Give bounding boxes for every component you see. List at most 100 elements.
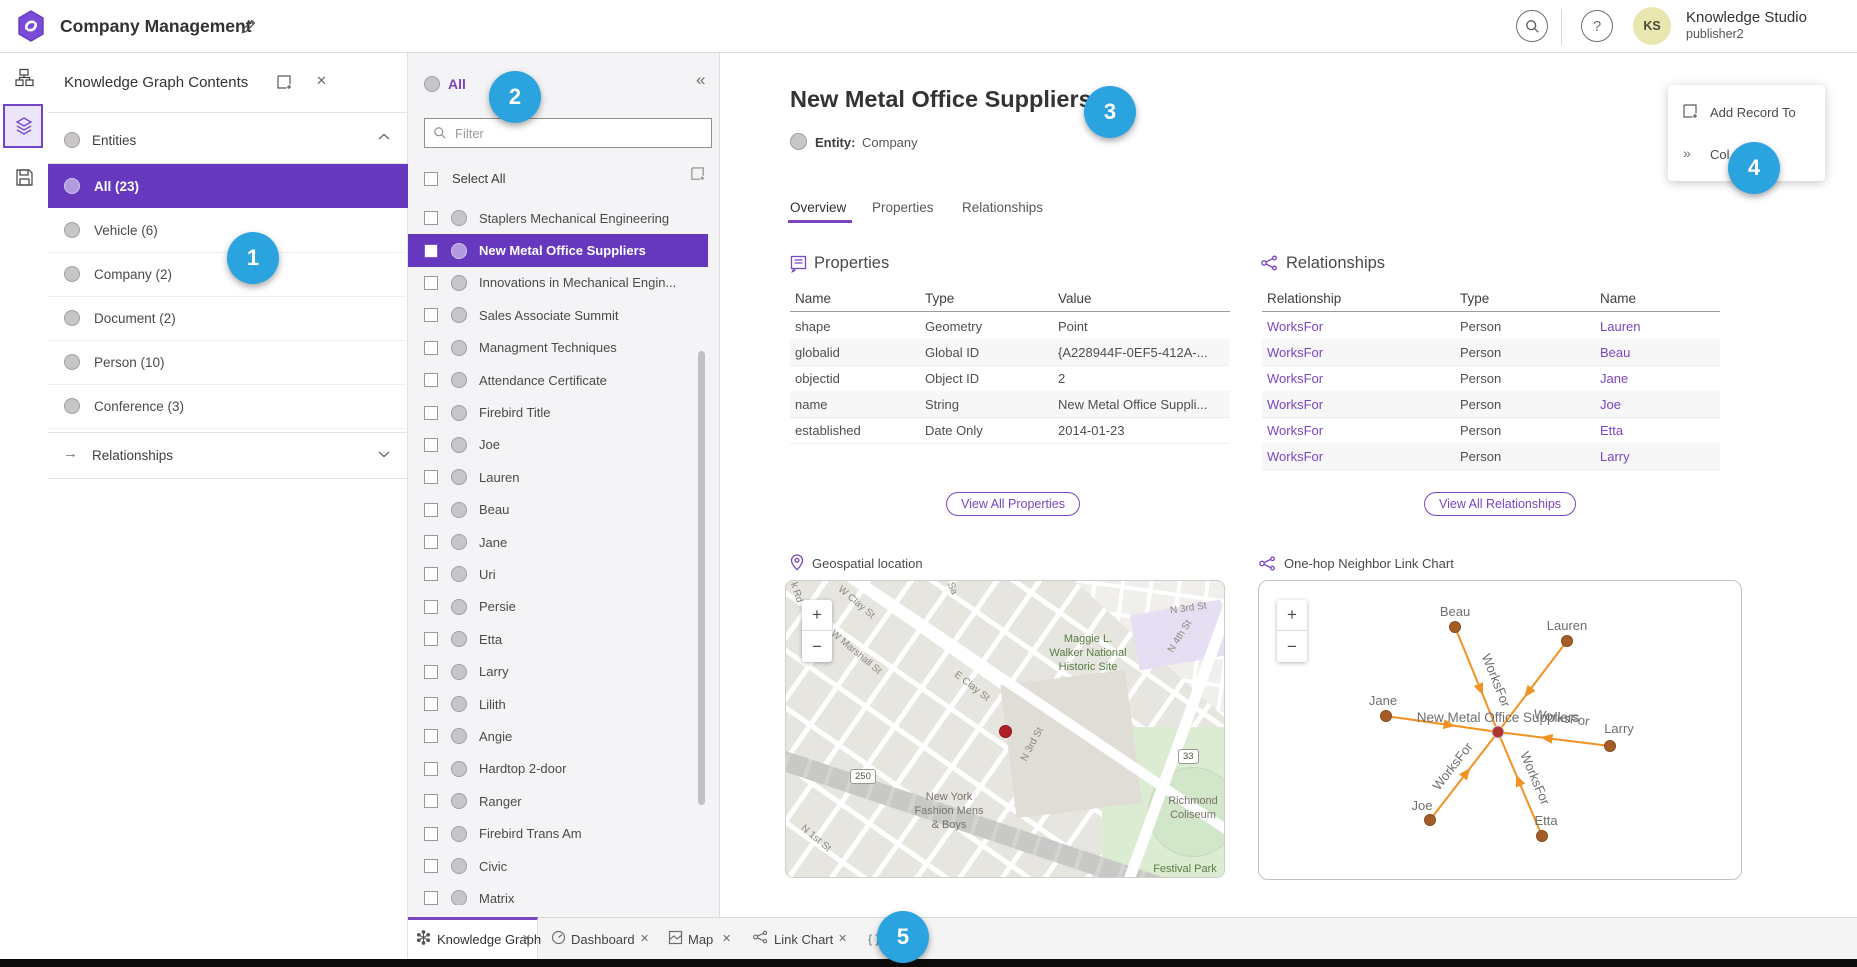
item-checkbox[interactable] xyxy=(424,373,438,387)
list-item[interactable]: Ranger xyxy=(408,785,708,817)
entity-row-all[interactable]: All (23) xyxy=(48,164,408,208)
list-item[interactable]: Matrix xyxy=(408,882,708,905)
avatar[interactable]: KS xyxy=(1633,7,1671,45)
entity-row-conference[interactable]: Conference (3) xyxy=(48,384,408,429)
hierarchy-icon[interactable] xyxy=(15,68,34,87)
list-item[interactable]: Joe xyxy=(408,429,708,461)
filter-input[interactable] xyxy=(424,118,712,148)
relationship-link[interactable]: WorksFor xyxy=(1267,371,1323,386)
tab-map[interactable]: Map xyxy=(688,932,713,947)
list-item[interactable]: Larry xyxy=(408,655,708,687)
select-all-checkbox[interactable] xyxy=(424,172,438,186)
item-checkbox[interactable] xyxy=(424,794,438,808)
item-checkbox[interactable] xyxy=(424,729,438,743)
list-item[interactable]: Sales Associate Summit xyxy=(408,299,708,331)
tab-relationships[interactable]: Relationships xyxy=(962,200,1043,215)
close-tab-icon[interactable]: ✕ xyxy=(722,932,731,945)
relationships-header-row[interactable]: → Relationships xyxy=(48,432,408,479)
zoom-in-button[interactable]: + xyxy=(802,600,832,631)
zoom-out-button[interactable]: − xyxy=(802,631,832,662)
zoom-in-button[interactable]: + xyxy=(1277,600,1307,631)
item-checkbox[interactable] xyxy=(424,827,438,841)
list-item[interactable]: Firebird Title xyxy=(408,396,708,428)
item-checkbox[interactable] xyxy=(424,276,438,290)
tab-overview[interactable]: Overview xyxy=(790,200,846,215)
menu-item-collapse[interactable]: Col xyxy=(1710,147,1730,162)
relationship-link[interactable]: WorksFor xyxy=(1267,397,1323,412)
list-item[interactable]: Hardtop 2-door xyxy=(408,753,708,785)
list-item[interactable]: Lilith xyxy=(408,688,708,720)
item-checkbox[interactable] xyxy=(424,470,438,484)
list-item[interactable]: Etta xyxy=(408,623,708,655)
item-checkbox[interactable] xyxy=(424,341,438,355)
search-button[interactable] xyxy=(1516,10,1548,42)
relationship-link[interactable]: WorksFor xyxy=(1267,423,1323,438)
person-link[interactable]: Lauren xyxy=(1600,319,1640,334)
item-checkbox[interactable] xyxy=(424,438,438,452)
tab-properties[interactable]: Properties xyxy=(872,200,934,215)
save-icon[interactable] xyxy=(15,168,34,187)
node-larry[interactable] xyxy=(1605,741,1616,752)
help-button[interactable]: ? xyxy=(1581,10,1613,42)
layers-icon[interactable] xyxy=(14,116,34,136)
node-center[interactable] xyxy=(1492,726,1504,738)
person-link[interactable]: Larry xyxy=(1600,449,1630,464)
person-link[interactable]: Beau xyxy=(1600,345,1630,360)
list-item[interactable]: Lauren xyxy=(408,461,708,493)
list-item[interactable]: Attendance Certificate xyxy=(408,364,708,396)
edit-pencil-icon[interactable] xyxy=(240,18,257,35)
list-item-selected[interactable]: New Metal Office Suppliers xyxy=(408,234,708,266)
collapse-panel-icon[interactable]: « xyxy=(696,70,705,90)
node-joe[interactable] xyxy=(1425,815,1436,826)
relationship-link[interactable]: WorksFor xyxy=(1267,449,1323,464)
item-checkbox[interactable] xyxy=(424,665,438,679)
scrollbar-thumb[interactable] xyxy=(698,351,705,805)
entity-row-vehicle[interactable]: Vehicle (6) xyxy=(48,208,408,253)
item-checkbox[interactable] xyxy=(424,244,438,258)
list-item[interactable]: Civic xyxy=(408,850,708,882)
item-checkbox[interactable] xyxy=(424,762,438,776)
list-item[interactable]: Beau xyxy=(408,494,708,526)
node-lauren[interactable] xyxy=(1562,636,1573,647)
person-link[interactable]: Jane xyxy=(1600,371,1628,386)
list-item[interactable]: Innovations in Mechanical Engin... xyxy=(408,267,708,299)
close-panel-icon[interactable]: ✕ xyxy=(316,73,327,89)
relationship-link[interactable]: WorksFor xyxy=(1267,345,1323,360)
list-item[interactable]: Uri xyxy=(408,558,708,590)
node-jane[interactable] xyxy=(1381,711,1392,722)
entity-row-person[interactable]: Person (10) xyxy=(48,340,408,385)
map[interactable]: k Rd W Clay St Sa W Marshall St E Clay S… xyxy=(785,580,1225,878)
add-record-icon[interactable] xyxy=(690,166,706,182)
item-checkbox[interactable] xyxy=(424,859,438,873)
zoom-out-button[interactable]: − xyxy=(1277,631,1307,662)
item-checkbox[interactable] xyxy=(424,308,438,322)
close-tab-icon[interactable]: ✕ xyxy=(838,932,847,945)
item-checkbox[interactable] xyxy=(424,600,438,614)
close-tab-icon[interactable]: ✕ xyxy=(522,932,531,945)
chevron-up-icon[interactable] xyxy=(378,133,390,141)
node-beau[interactable] xyxy=(1450,622,1461,633)
list-item[interactable]: Jane xyxy=(408,526,708,558)
menu-item-add-record-to[interactable]: Add Record To xyxy=(1710,105,1796,120)
item-checkbox[interactable] xyxy=(424,632,438,646)
item-checkbox[interactable] xyxy=(424,697,438,711)
entities-header-row[interactable]: Entities xyxy=(48,118,408,164)
item-checkbox[interactable] xyxy=(424,535,438,549)
person-link[interactable]: Etta xyxy=(1600,423,1623,438)
item-checkbox[interactable] xyxy=(424,891,438,905)
list-item[interactable]: Firebird Trans Am xyxy=(408,817,708,849)
list-item[interactable]: Persie xyxy=(408,591,708,623)
add-record-icon[interactable] xyxy=(276,74,293,91)
list-item[interactable]: Angie xyxy=(408,720,708,752)
item-checkbox[interactable] xyxy=(424,406,438,420)
view-all-relationships-button[interactable]: View All Relationships xyxy=(1424,492,1576,516)
link-chart[interactable]: WorksFor WorksFor WorksFor WorksFor Beau… xyxy=(1258,580,1742,880)
close-tab-icon[interactable]: ✕ xyxy=(640,932,649,945)
list-item[interactable]: Managment Techniques xyxy=(408,332,708,364)
item-checkbox[interactable] xyxy=(424,211,438,225)
view-all-properties-button[interactable]: View All Properties xyxy=(946,492,1080,516)
relationship-link[interactable]: WorksFor xyxy=(1267,319,1323,334)
node-etta[interactable] xyxy=(1537,831,1548,842)
person-link[interactable]: Joe xyxy=(1600,397,1621,412)
tab-dashboard[interactable]: Dashboard xyxy=(571,932,635,947)
